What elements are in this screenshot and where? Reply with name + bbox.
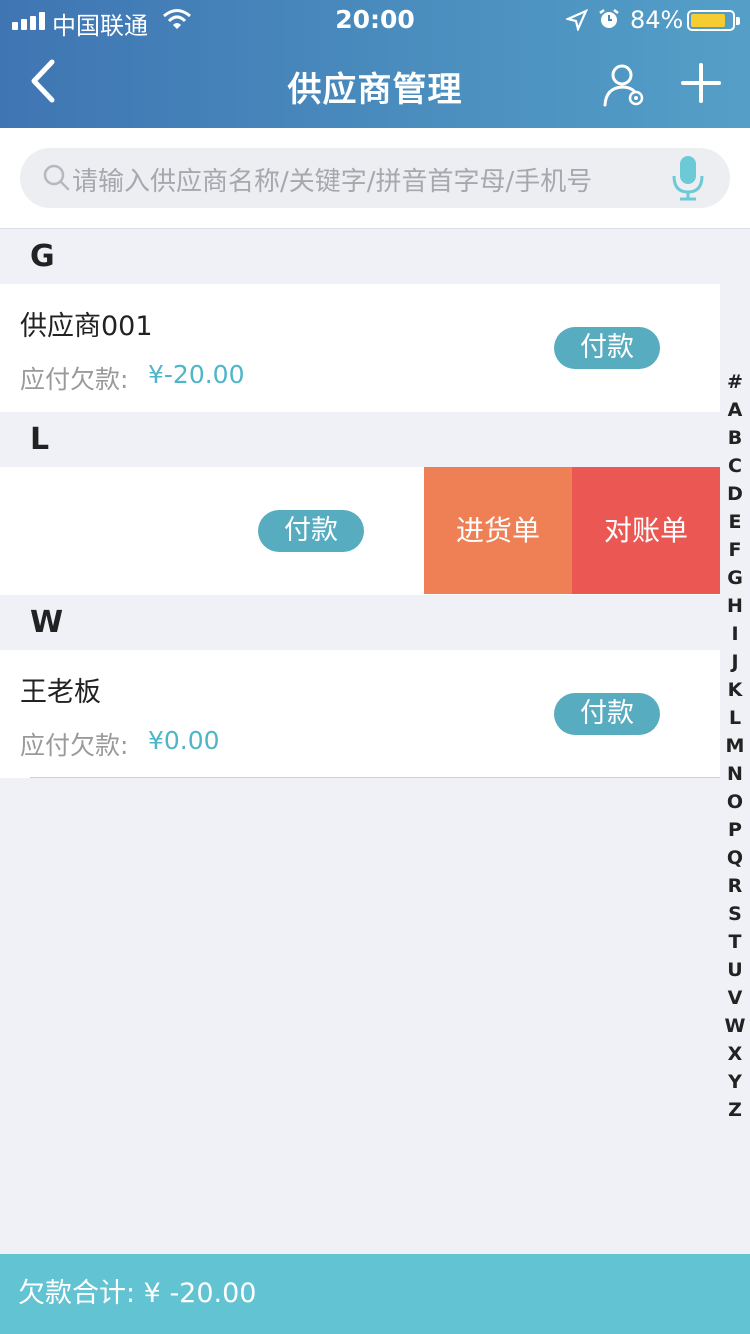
index-letter[interactable]: T: [721, 928, 749, 956]
debt-label: 应付欠款:: [20, 731, 129, 760]
search-icon: [42, 163, 70, 195]
index-letter[interactable]: L: [721, 704, 749, 732]
index-letter[interactable]: #: [721, 368, 749, 396]
index-letter[interactable]: D: [721, 480, 749, 508]
debt-total-bar: 欠款合计: ¥ -20.00: [0, 1254, 750, 1334]
index-letter[interactable]: W: [721, 1012, 749, 1040]
battery-percent: 84%: [630, 6, 684, 34]
section-header-g: G: [0, 229, 720, 284]
pay-button[interactable]: 付款: [554, 693, 660, 735]
index-letter[interactable]: M: [721, 732, 749, 760]
purchase-order-button[interactable]: 进货单: [424, 467, 572, 594]
index-letter[interactable]: Q: [721, 844, 749, 872]
app-header: 中国联通 20:00 84% 供应商管理: [0, 0, 750, 128]
section-header-w: W: [0, 595, 720, 650]
search-input[interactable]: 请输入供应商名称/关键字/拼音首字母/手机号: [20, 148, 730, 208]
index-letter[interactable]: S: [721, 900, 749, 928]
index-letter[interactable]: V: [721, 984, 749, 1012]
index-letter[interactable]: O: [721, 788, 749, 816]
microphone-icon[interactable]: [670, 154, 706, 206]
reconciliation-button[interactable]: 对账单: [572, 467, 720, 594]
index-letter[interactable]: J: [721, 648, 749, 676]
index-letter[interactable]: E: [721, 508, 749, 536]
supplier-name: 供应商001: [20, 311, 153, 342]
debt-total-text: 欠款合计: ¥ -20.00: [18, 1278, 257, 1309]
index-letter[interactable]: I: [721, 620, 749, 648]
index-letter[interactable]: B: [721, 424, 749, 452]
index-letter[interactable]: G: [721, 564, 749, 592]
list-item[interactable]: 供应商001 应付欠款: ¥-20.00 付款: [0, 284, 720, 412]
index-letter[interactable]: P: [721, 816, 749, 844]
debt-value: ¥0.00: [148, 726, 220, 755]
index-letter[interactable]: F: [721, 536, 749, 564]
list-item[interactable]: 王老板 应付欠款: ¥0.00 付款: [0, 650, 720, 778]
plus-icon[interactable]: [680, 62, 722, 104]
user-settings-icon[interactable]: [602, 62, 648, 108]
supplier-name: 王老板: [20, 677, 101, 708]
index-letter[interactable]: C: [721, 452, 749, 480]
section-header-l: L: [0, 412, 720, 467]
search-placeholder: 请输入供应商名称/关键字/拼音首字母/手机号: [72, 167, 593, 197]
debt-value: ¥-20.00: [148, 360, 245, 389]
index-letter[interactable]: X: [721, 1040, 749, 1068]
debt-label: 应付欠款:: [20, 365, 129, 394]
alphabet-index[interactable]: # A B C D E F G H I J K L M N O P Q R S T U V W X Y Z: [721, 368, 749, 1124]
index-letter[interactable]: A: [721, 396, 749, 424]
index-letter[interactable]: N: [721, 760, 749, 788]
index-letter[interactable]: Z: [721, 1096, 749, 1124]
pay-button[interactable]: 付款: [258, 510, 364, 552]
divider: [30, 777, 720, 778]
index-letter[interactable]: H: [721, 592, 749, 620]
pay-button[interactable]: 付款: [554, 327, 660, 369]
battery-icon: [687, 10, 740, 31]
index-letter[interactable]: U: [721, 956, 749, 984]
list-item-swiped[interactable]: 付款 进货单 对账单: [0, 467, 720, 595]
status-bar: 中国联通 20:00 84%: [0, 0, 750, 40]
index-letter[interactable]: Y: [721, 1068, 749, 1096]
alarm-icon: [598, 8, 620, 36]
index-letter[interactable]: K: [721, 676, 749, 704]
supplier-list: G 供应商001 应付欠款: ¥-20.00 付款 L 付款 进货单 对账单 W…: [0, 229, 720, 778]
index-letter[interactable]: R: [721, 872, 749, 900]
location-icon: [564, 8, 589, 37]
search-bar: 请输入供应商名称/关键字/拼音首字母/手机号: [0, 128, 750, 229]
